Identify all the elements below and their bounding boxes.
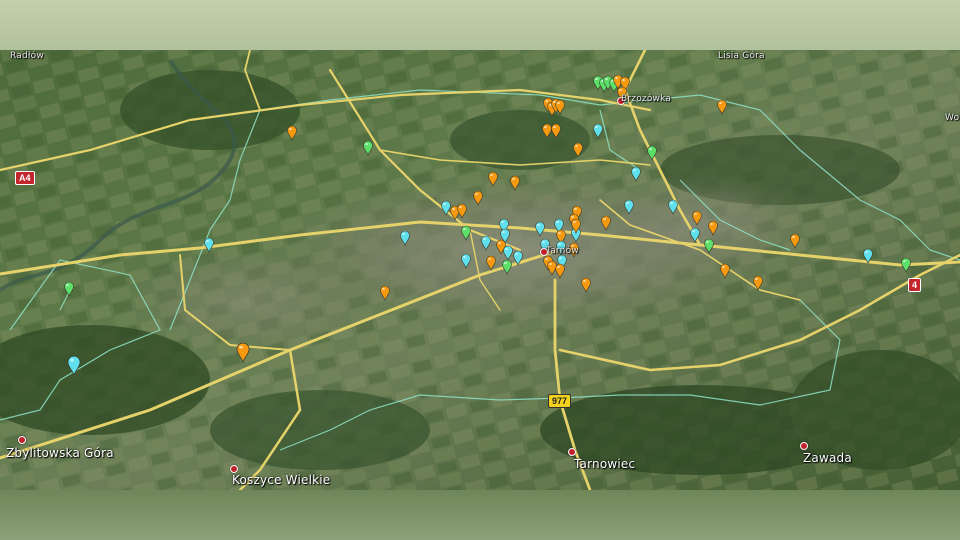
place-dot-tarnowiec	[568, 448, 576, 456]
satellite-map[interactable]: A4 4 977 Zbylitowska Góra Koszyce Wielki…	[0, 50, 960, 490]
road-shield-977: 977	[548, 394, 572, 408]
place-label-zawada[interactable]: Zawada	[803, 451, 852, 465]
place-label-radlow[interactable]: Radłów	[10, 51, 44, 61]
place-label-wola[interactable]: Wol	[945, 113, 960, 123]
place-dot-zawada	[800, 442, 808, 450]
place-label-zbylitowska-gora[interactable]: Zbylitowska Góra	[6, 446, 114, 460]
place-label-tarnow[interactable]: Tarnów	[546, 246, 579, 256]
bottom-band	[0, 490, 960, 540]
place-label-koszyce-wielkie[interactable]: Koszyce Wielkie	[232, 473, 330, 487]
place-label-lisia-gora[interactable]: Lisia Góra	[718, 51, 765, 61]
top-band	[0, 0, 960, 50]
place-dot-zbylitowska-gora	[18, 436, 26, 444]
map-canvas	[0, 50, 960, 490]
place-dot-koszyce-wielkie	[230, 465, 238, 473]
place-label-tarnowiec[interactable]: Tarnowiec	[574, 457, 635, 471]
place-label-brzozowka[interactable]: Brzozówka	[621, 94, 671, 104]
road-shield-4: 4	[908, 278, 922, 292]
road-shield-a4: A4	[15, 171, 35, 185]
